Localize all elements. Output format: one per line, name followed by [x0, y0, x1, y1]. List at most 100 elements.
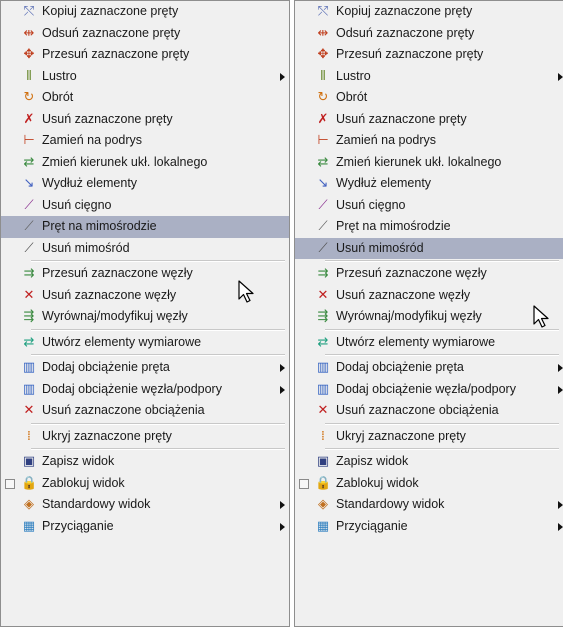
change-direction-icon: ⇄: [23, 154, 35, 170]
menu-item-label: Obrót: [42, 90, 74, 104]
extend-elements-icon: ↘: [23, 176, 35, 191]
menu-item-change-direction[interactable]: ⇄ Zmień kierunek ukł. lokalnego: [295, 152, 563, 174]
menu-item-move-apart-bars[interactable]: ⇹ Odsuń zaznaczone pręty: [295, 23, 563, 45]
menu-item-copy-bars[interactable]: ⤲ Kopiuj zaznaczone pręty: [1, 1, 289, 23]
menu-item-eccentric-bar[interactable]: ⟋ Pręt na mimośrodzie: [295, 216, 563, 238]
menu-item-label: Odsuń zaznaczone pręty: [42, 25, 181, 40]
menu-item-change-direction[interactable]: ⇄ Zmień kierunek ukł. lokalnego: [1, 152, 289, 174]
node-load-icon: ▥: [316, 381, 330, 397]
menu-item-label: Przesuń zaznaczone węzły: [42, 266, 193, 280]
menu-item-label: Dodaj obciążenie pręta: [42, 360, 170, 374]
submenu-arrow-icon: [280, 364, 285, 372]
replace-support-icon: ⊢: [23, 133, 35, 148]
lock-view-checkbox[interactable]: [299, 478, 309, 489]
menu-item-dimension-elements[interactable]: ⇄ Utwórz elementy wymiarowe: [1, 332, 289, 354]
menu-item-label: Usuń cięgno: [42, 197, 112, 212]
menu-item-delete-bars[interactable]: ✗ Usuń zaznaczone pręty: [295, 109, 563, 131]
menu-item-delete-nodes[interactable]: ✕ Usuń zaznaczone węzły: [295, 285, 563, 307]
menu-item-copy-bars[interactable]: ⤲ Kopiuj zaznaczone pręty: [295, 1, 563, 23]
menu-item-delete-tendon[interactable]: ⟋ Usuń cięgno: [1, 195, 289, 217]
menu-item-delete-loads[interactable]: ✕ Usuń zaznaczone obciążenia: [1, 400, 289, 422]
menu-item-delete-eccentricity[interactable]: ⟋ Usuń mimośród: [295, 237, 563, 259]
menu-item-lock-view[interactable]: 🔒 Zablokuj widok: [295, 473, 563, 495]
menu-item-rotate[interactable]: ↻ Obrót: [1, 87, 289, 109]
menu-item-label: Usuń zaznaczone węzły: [336, 287, 471, 302]
menu-item-label: Przesuń zaznaczone węzły: [336, 266, 487, 280]
menu-item-label: Zablokuj widok: [336, 475, 419, 490]
menu-item-dimension-elements[interactable]: ⇄ Utwórz elementy wymiarowe: [295, 332, 563, 354]
submenu-arrow-icon: [558, 72, 563, 81]
menu-item-delete-nodes[interactable]: ✕ Usuń zaznaczone węzły: [1, 285, 289, 307]
delete-loads-icon: ✕: [317, 403, 329, 418]
menu-item-move-apart-bars[interactable]: ⇹ Odsuń zaznaczone pręty: [1, 23, 289, 45]
menu-item-snap[interactable]: ▦ Przyciąganie: [295, 516, 563, 538]
rotate-icon: ↻: [317, 90, 329, 105]
menu-item-label: Zmień kierunek ukł. lokalnego: [42, 154, 208, 169]
menu-item-rotate[interactable]: ↻ Obrót: [295, 87, 563, 109]
menu-item-extend-elements[interactable]: ↘ Wydłuż elementy: [295, 173, 563, 195]
move-apart-bars-icon: ⇹: [23, 25, 35, 41]
menu-item-mirror[interactable]: ⫴ Lustro: [295, 66, 563, 88]
menu-item-label: Wydłuż elementy: [42, 176, 138, 190]
menu-item-node-load[interactable]: ▥ Dodaj obciążenie węzła/podpory: [1, 379, 289, 401]
menu-item-hide-bars[interactable]: ⁞ Ukryj zaznaczone pręty: [295, 426, 563, 448]
menu-item-label: Dodaj obciążenie węzła/podpory: [336, 381, 516, 396]
menu-item-snap[interactable]: ▦ Przyciąganie: [1, 516, 289, 538]
snap-icon: ▦: [316, 518, 330, 534]
menu-item-move-nodes[interactable]: ⇉ Przesuń zaznaczone węzły: [1, 263, 289, 285]
menu-item-label: Przyciąganie: [336, 518, 408, 533]
align-nodes-icon: ⇶: [317, 309, 329, 324]
menu-item-eccentric-bar[interactable]: ⟋ Pręt na mimośrodzie: [1, 216, 289, 238]
menu-item-delete-tendon[interactable]: ⟋ Usuń cięgno: [295, 195, 563, 217]
menu-separator: [31, 448, 285, 450]
menu-item-replace-support[interactable]: ⊢ Zamień na podrys: [295, 130, 563, 152]
submenu-arrow-icon: [558, 501, 563, 509]
copy-bars-icon: ⤲: [317, 4, 329, 19]
dimension-elements-icon: ⇄: [23, 334, 35, 350]
delete-loads-icon: ✕: [23, 403, 35, 418]
menu-item-align-nodes[interactable]: ⇶ Wyrównaj/modyfikuj węzły: [1, 306, 289, 328]
menu-item-replace-support[interactable]: ⊢ Zamień na podrys: [1, 130, 289, 152]
menu-item-label: Wydłuż elementy: [336, 176, 432, 190]
menu-item-bar-load[interactable]: ▥ Dodaj obciążenie pręta: [1, 357, 289, 379]
eccentric-bar-icon: ⟋: [318, 219, 328, 234]
hide-bars-icon: ⁞: [320, 428, 326, 444]
move-bars-icon: ✥: [317, 47, 329, 62]
menu-item-label: Standardowy widok: [42, 497, 151, 511]
menu-item-delete-bars[interactable]: ✗ Usuń zaznaczone pręty: [1, 109, 289, 131]
menu-item-label: Usuń mimośród: [42, 240, 130, 255]
menu-item-move-nodes[interactable]: ⇉ Przesuń zaznaczone węzły: [295, 263, 563, 285]
mirror-icon: ⫴: [26, 68, 32, 84]
menu-item-move-bars[interactable]: ✥ Przesuń zaznaczone pręty: [1, 44, 289, 66]
bar-load-icon: ▥: [316, 360, 330, 375]
menu-separator: [325, 328, 559, 331]
menu-item-mirror[interactable]: ⫴ Lustro: [1, 66, 289, 88]
delete-bars-icon: ✗: [23, 111, 35, 127]
menu-item-standard-view[interactable]: ◈ Standardowy widok: [1, 494, 289, 516]
menu-item-save-view[interactable]: ▣ Zapisz widok: [295, 451, 563, 473]
save-view-icon: ▣: [316, 454, 330, 469]
menu-separator: [31, 260, 285, 262]
menu-item-delete-eccentricity[interactable]: ⟋ Usuń mimośród: [1, 238, 289, 260]
menu-item-lock-view[interactable]: 🔒 Zablokuj widok: [1, 473, 289, 495]
menu-item-bar-load[interactable]: ▥ Dodaj obciążenie pręta: [295, 357, 563, 379]
menu-item-extend-elements[interactable]: ↘ Wydłuż elementy: [1, 173, 289, 195]
menu-item-label: Lustro: [336, 68, 371, 83]
menu-item-label: Utwórz elementy wymiarowe: [336, 334, 496, 349]
menu-item-align-nodes[interactable]: ⇶ Wyrównaj/modyfikuj węzły: [295, 306, 563, 328]
menu-item-hide-bars[interactable]: ⁞ Ukryj zaznaczone pręty: [1, 426, 289, 448]
menu-item-label: Zamień na podrys: [336, 133, 437, 147]
menu-item-delete-loads[interactable]: ✕ Usuń zaznaczone obciążenia: [295, 400, 563, 422]
submenu-arrow-icon: [280, 501, 285, 509]
menu-item-standard-view[interactable]: ◈ Standardowy widok: [295, 494, 563, 516]
context-menu-left: ⤲ Kopiuj zaznaczone pręty ⇹ Odsuń zaznaczon…: [0, 0, 290, 627]
menu-item-move-bars[interactable]: ✥ Przesuń zaznaczone pręty: [295, 44, 563, 66]
menu-separator: [31, 328, 285, 331]
menu-item-label: Zablokuj widok: [42, 475, 125, 490]
lock-view-checkbox[interactable]: [5, 478, 15, 489]
menu-item-label: Zapisz widok: [336, 454, 409, 468]
menu-item-label: Przyciąganie: [42, 518, 114, 533]
menu-item-node-load[interactable]: ▥ Dodaj obciążenie węzła/podpory: [295, 379, 563, 401]
menu-item-save-view[interactable]: ▣ Zapisz widok: [1, 451, 289, 473]
menu-item-label: Dodaj obciążenie węzła/podpory: [42, 381, 222, 396]
